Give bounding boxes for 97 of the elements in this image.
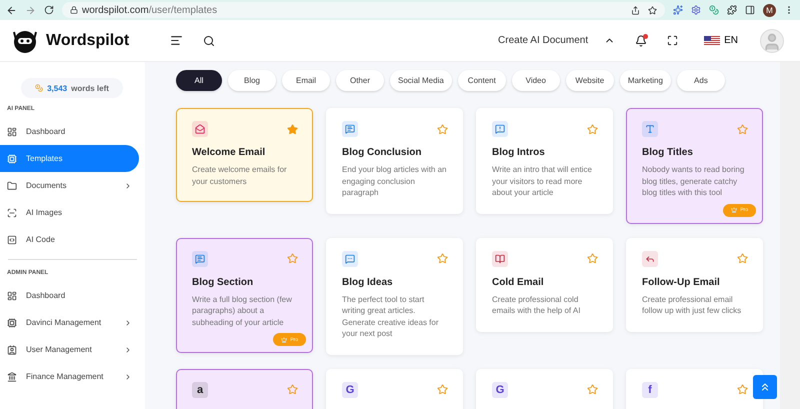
filter-chip[interactable]: Social Media	[390, 70, 452, 91]
template-card[interactable]: Blog Conclusion End your blog articles with an engaging conclusion paragraph	[326, 108, 463, 214]
menu-toggle-icon[interactable]	[170, 34, 183, 47]
search-icon[interactable]	[203, 34, 215, 46]
sidebar-item[interactable]: Finance Management	[0, 363, 139, 390]
favorite-star-icon[interactable]	[287, 384, 298, 395]
favorite-star-icon[interactable]	[437, 124, 448, 134]
letter-icon: f	[642, 382, 658, 398]
chevron-right-icon	[124, 346, 132, 354]
side-panel-icon[interactable]	[745, 5, 755, 15]
card-description: The perfect tool to start writing great articles. Generate creative ideas for your next post	[342, 294, 440, 340]
filter-chip[interactable]: Blog	[228, 70, 276, 91]
dashboard-icon	[7, 290, 17, 300]
brand-name: Wordspilot	[46, 32, 130, 50]
template-card[interactable]: Blog Ideas The perfect tool to start writing great articles. Generate creative ideas for your next post	[326, 238, 463, 354]
scan-icon	[7, 208, 17, 218]
gear-icon[interactable]	[691, 5, 701, 15]
bookmark-star-icon[interactable]	[648, 6, 657, 14]
favorite-star-icon[interactable]	[737, 124, 748, 134]
template-card[interactable]: Welcome Email Create welcome emails for your customers	[176, 108, 313, 202]
favorite-star-icon[interactable]	[437, 384, 448, 395]
sidebar-item[interactable]: Dashboard	[0, 118, 139, 145]
template-card[interactable]: Blog Intros Write an intro that will entice your visitors to read more about your article	[476, 108, 613, 214]
card-description: Create professional cold emails with the help of AI	[492, 294, 582, 316]
address-bar[interactable]: wordspilot.com/user/templates	[62, 2, 665, 18]
letter-icon: G	[342, 382, 358, 398]
template-card[interactable]: a	[176, 368, 313, 409]
code-icon	[7, 234, 17, 244]
card-description: Create welcome emails for your customers	[192, 164, 288, 187]
card-description: Write a full blog section (few paragraphs) about a subheading of your article	[192, 294, 293, 328]
chevron-right-icon	[124, 318, 132, 326]
dashboard-icon	[7, 126, 17, 136]
words-left-badge: 3,543 words left	[21, 78, 123, 98]
reload-icon[interactable]	[44, 5, 54, 15]
fullscreen-icon[interactable]	[667, 35, 678, 46]
filter-chip[interactable]: Marketing	[620, 70, 671, 91]
scroll-to-top-button[interactable]	[753, 375, 777, 399]
filter-chip[interactable]: Video	[512, 70, 560, 91]
notification-bell-icon[interactable]	[635, 34, 648, 46]
card-description: End your blog articles with an engaging conclusion paragraph	[342, 164, 448, 198]
card-title: Blog Titles	[642, 147, 694, 158]
card-title: Blog Conclusion	[342, 147, 422, 158]
folder-icon	[7, 180, 17, 190]
bank-icon	[7, 372, 17, 382]
template-card[interactable]: G	[476, 368, 613, 409]
favorite-star-icon[interactable]	[587, 384, 598, 395]
template-card[interactable]: G	[326, 368, 463, 409]
filter-chip[interactable]: Other	[336, 70, 384, 91]
favorite-star-icon[interactable]	[287, 124, 298, 134]
card-title: Blog Section	[192, 276, 254, 288]
card-description: Create professional email follow up with just few clicks	[642, 294, 742, 316]
profile-avatar[interactable]: M	[763, 4, 776, 16]
sidebar-item[interactable]: User Management	[0, 336, 139, 363]
card-title: Blog Ideas	[342, 276, 394, 288]
chevron-right-icon	[124, 372, 132, 380]
card-title: Follow-Up Email	[642, 276, 721, 288]
filter-chip[interactable]: All	[176, 70, 222, 91]
sidebar-item[interactable]: Davinci Management	[0, 309, 139, 336]
favorite-star-icon[interactable]	[737, 253, 748, 264]
filter-chip[interactable]: Ads	[676, 70, 725, 91]
template-card[interactable]: f	[626, 368, 763, 409]
card-description: Nobody wants to read boring blog titles, generate catchy blog titles with this tool	[642, 164, 746, 198]
template-card[interactable]: Follow-Up Email Create professional email follow up with just few clicks	[626, 238, 763, 332]
sidebar-item[interactable]: Dashboard	[0, 282, 139, 309]
chip-icon	[7, 154, 17, 164]
letter-icon: G	[492, 382, 508, 398]
language-selector[interactable]: EN	[698, 34, 744, 47]
letter-icon: a	[192, 382, 208, 398]
chevron-right-icon	[124, 182, 132, 190]
chip-icon	[7, 318, 17, 328]
user-avatar[interactable]	[760, 28, 784, 52]
extensions-puzzle-icon[interactable]	[727, 5, 737, 15]
card-title: Blog Intros	[492, 147, 546, 158]
filter-chip[interactable]: Email	[282, 70, 330, 91]
back-icon[interactable]	[6, 4, 17, 16]
filter-chip[interactable]: Website	[566, 70, 614, 91]
sidebar-item[interactable]: Templates	[0, 145, 139, 172]
favorite-star-icon[interactable]	[287, 253, 298, 264]
card-title: Welcome Email	[192, 147, 266, 158]
sidebar-item[interactable]: AI Images	[0, 199, 139, 226]
favorite-star-icon[interactable]	[587, 124, 598, 134]
flag-icon	[704, 36, 720, 46]
template-card[interactable]: Cold Email Create professional cold emails with the help of AI	[476, 238, 613, 332]
favorite-star-icon[interactable]	[587, 253, 598, 264]
card-description: Write an intro that will entice your visitors to read more about your article	[492, 164, 593, 198]
sidebar-item[interactable]: AI Code	[0, 226, 139, 253]
lock-icon	[70, 6, 78, 14]
forward-icon[interactable]	[25, 4, 36, 16]
contact-card-icon	[7, 344, 17, 354]
create-document-button[interactable]: Create AI Document	[492, 34, 594, 47]
favorite-star-icon[interactable]	[437, 253, 448, 264]
favorite-star-icon[interactable]	[737, 384, 748, 395]
url-text: wordspilot.com/user/templates	[82, 4, 218, 16]
filter-chip[interactable]: Content	[458, 70, 506, 91]
sidebar-item[interactable]: Documents	[0, 172, 139, 199]
card-title: Cold Email	[492, 276, 545, 288]
share-icon[interactable]	[631, 6, 640, 14]
